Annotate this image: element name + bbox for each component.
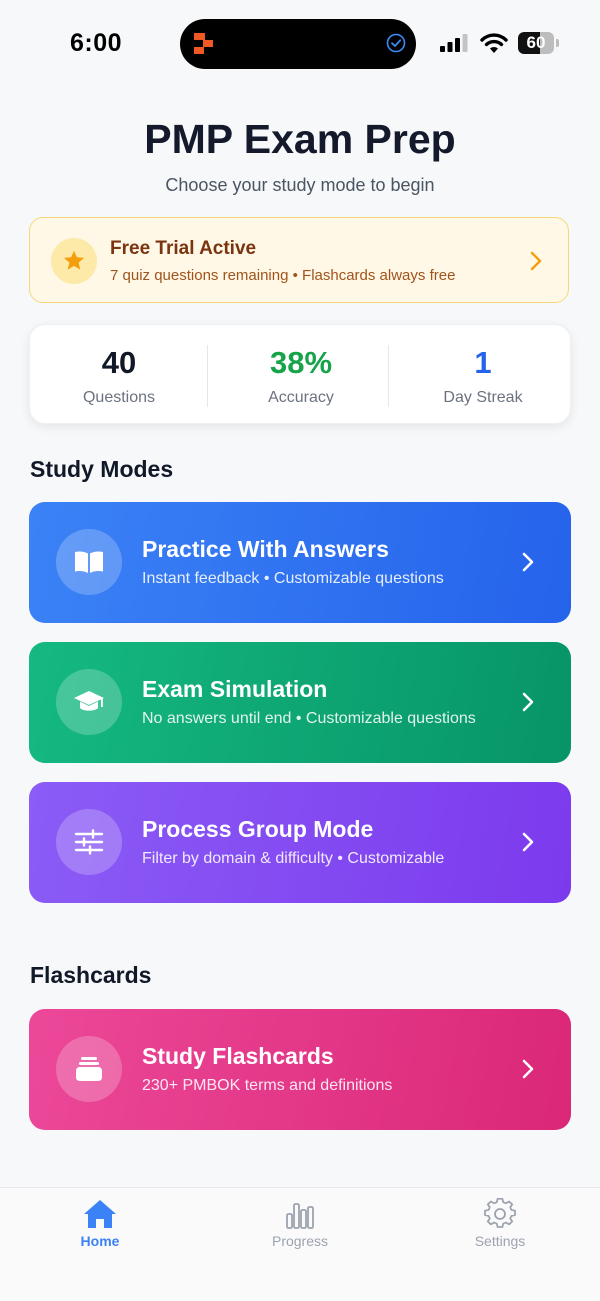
card-subtitle: No answers until end • Customizable ques… xyxy=(142,710,476,727)
battery-body: 60 xyxy=(518,32,554,54)
card-subtitle: Filter by domain & difficulty • Customiz… xyxy=(142,850,445,867)
star-icon xyxy=(64,250,84,270)
stats-panel: 40 Questions 38% Accuracy 1 Day Streak xyxy=(29,324,571,424)
chevron-right-icon xyxy=(530,251,542,271)
stat-questions: 40 Questions xyxy=(30,325,208,425)
stat-label: Questions xyxy=(82,389,156,406)
battery-level: 60 xyxy=(526,33,546,52)
trial-title: Free Trial Active xyxy=(110,238,257,259)
cellular-signal-icon xyxy=(440,34,468,52)
sliders-icon xyxy=(74,829,104,855)
tab-label: Progress xyxy=(271,1233,329,1249)
exam-simulation-card[interactable]: Exam Simulation No answers until end • C… xyxy=(29,642,571,763)
study-flashcards-card[interactable]: Study Flashcards 230+ PMBOK terms and de… xyxy=(29,1009,571,1130)
stat-value: 1 xyxy=(474,345,492,380)
trial-icon-badge xyxy=(51,238,97,284)
stat-accuracy: 38% Accuracy xyxy=(212,325,390,425)
battery-indicator: 60 xyxy=(518,32,559,54)
card-icon-badge xyxy=(56,1036,122,1102)
chevron-right-icon xyxy=(522,1059,534,1079)
status-bar: 6:00 60 xyxy=(0,0,600,88)
card-title: Study Flashcards xyxy=(142,1043,334,1069)
chevron-right-icon xyxy=(522,552,534,572)
card-title: Practice With Answers xyxy=(142,536,389,562)
card-subtitle: Instant feedback • Customizable question… xyxy=(142,570,444,587)
bottom-tab-bar: Home Progress Settings xyxy=(0,1187,600,1301)
tab-label: Home xyxy=(80,1233,120,1249)
check-circle-icon xyxy=(386,33,406,53)
battery-nub xyxy=(556,39,559,47)
stat-divider xyxy=(207,345,208,407)
card-icon-badge xyxy=(56,669,122,735)
stat-day-streak: 1 Day Streak xyxy=(394,325,572,425)
process-group-mode-card[interactable]: Process Group Mode Filter by domain & di… xyxy=(29,782,571,903)
app-activity-icon xyxy=(194,33,213,54)
trial-subtitle: 7 quiz questions remaining • Flashcards … xyxy=(110,267,456,284)
stat-value: 40 xyxy=(101,345,137,380)
card-title: Process Group Mode xyxy=(142,816,374,842)
tab-home[interactable]: Home xyxy=(40,1198,160,1249)
card-icon-badge xyxy=(56,529,122,595)
gear-icon xyxy=(484,1198,516,1228)
stat-divider xyxy=(388,345,389,407)
graduation-cap-icon xyxy=(74,691,104,711)
chevron-right-icon xyxy=(522,832,534,852)
stat-label: Day Streak xyxy=(443,389,523,406)
wifi-icon xyxy=(480,33,508,53)
flashcards-heading: Flashcards xyxy=(30,962,152,988)
card-icon-badge xyxy=(56,809,122,875)
status-time: 6:00 xyxy=(70,29,123,57)
bar-chart-icon xyxy=(286,1203,314,1229)
chevron-right-icon xyxy=(522,692,534,712)
stat-value: 38% xyxy=(269,345,333,380)
free-trial-banner[interactable]: Free Trial Active 7 quiz questions remai… xyxy=(29,217,569,303)
page-subtitle: Choose your study mode to begin xyxy=(165,175,435,195)
cards-stack-icon xyxy=(76,1057,102,1081)
study-modes-heading: Study Modes xyxy=(30,456,174,482)
stat-label: Accuracy xyxy=(268,389,334,406)
tab-progress[interactable]: Progress xyxy=(240,1198,360,1249)
page-title: PMP Exam Prep xyxy=(144,116,456,162)
book-open-icon xyxy=(75,551,103,573)
home-icon xyxy=(84,1200,116,1228)
dynamic-island xyxy=(180,19,416,69)
practice-with-answers-card[interactable]: Practice With Answers Instant feedback •… xyxy=(29,502,571,623)
card-subtitle: 230+ PMBOK terms and definitions xyxy=(142,1077,393,1094)
card-title: Exam Simulation xyxy=(142,676,328,702)
tab-label: Settings xyxy=(474,1233,526,1249)
tab-settings[interactable]: Settings xyxy=(440,1198,560,1249)
